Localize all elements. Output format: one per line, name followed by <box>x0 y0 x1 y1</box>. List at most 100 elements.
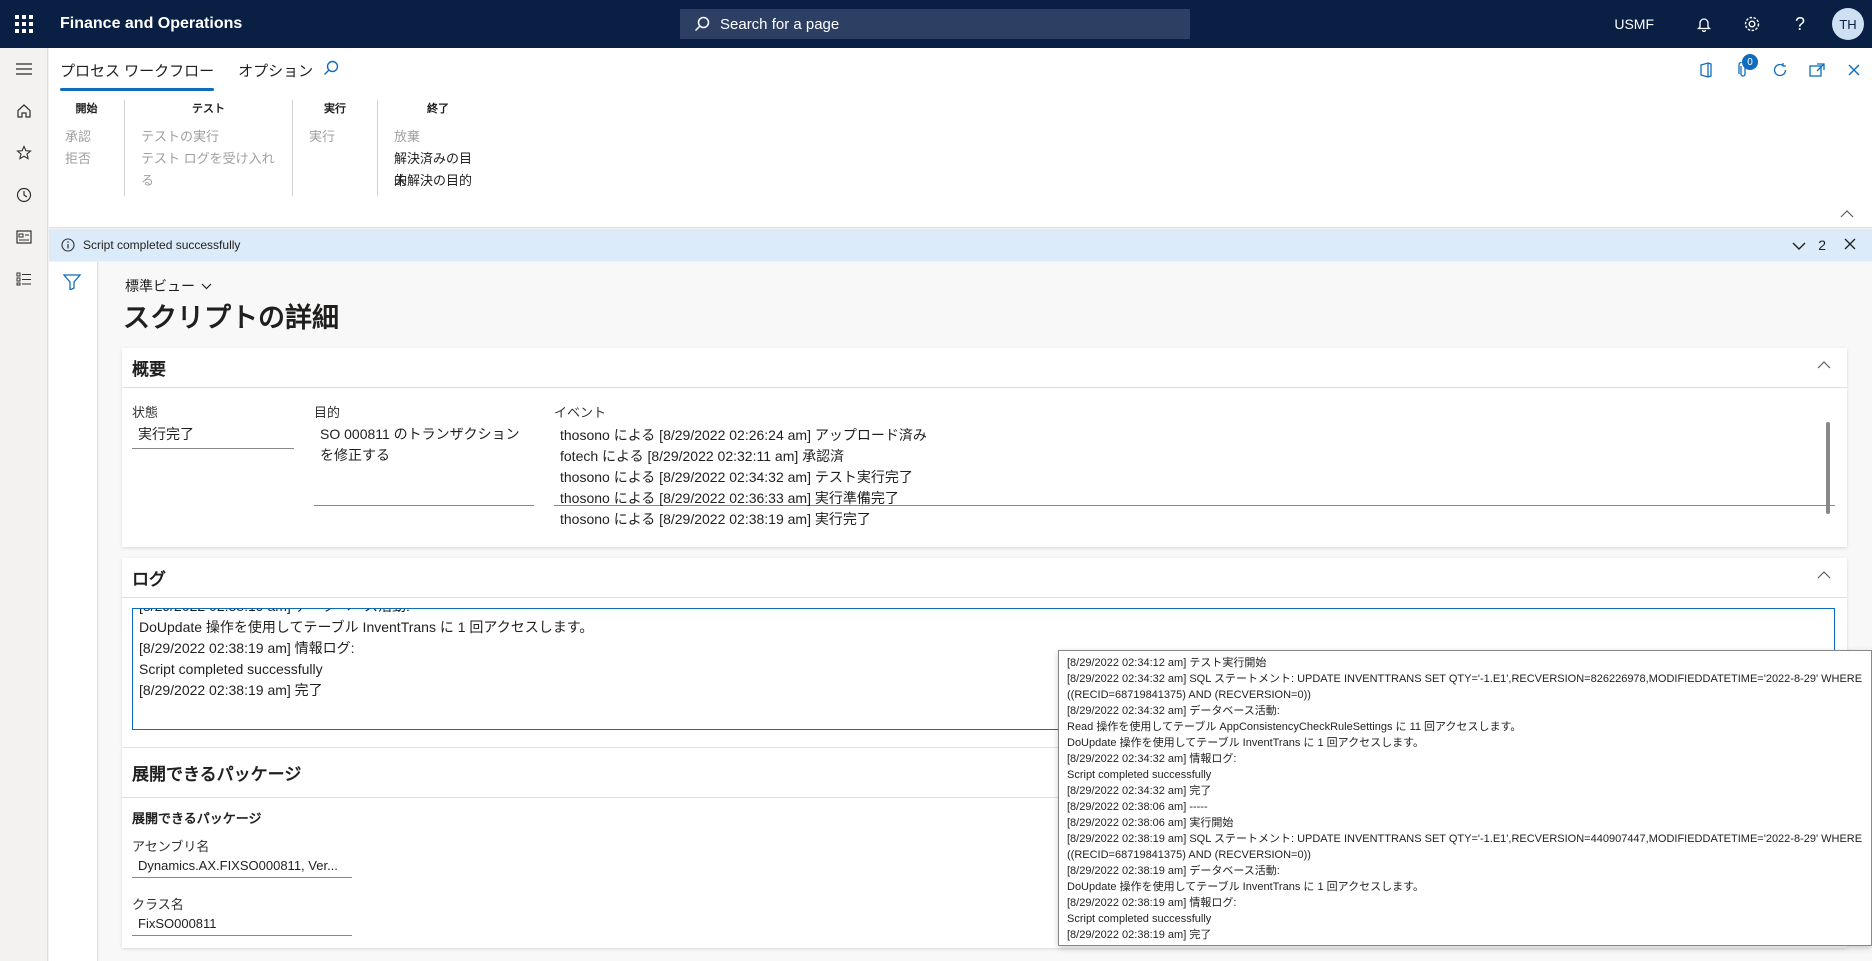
purpose-line-2: を修正する <box>320 447 390 463</box>
log-header[interactable]: ログ <box>122 558 1847 598</box>
group-end: 終了 放棄 解決済みの目的 未解決の目的 <box>378 100 498 196</box>
tooltip-line: DoUpdate 操作を使用してテーブル InventTrans に 1 回アク… <box>1067 881 1424 893</box>
event-item: thosono による [8/29/2022 02:36:33 am] 実行準備… <box>560 490 899 506</box>
search-icon <box>694 16 710 32</box>
tooltip-line: [8/29/2022 02:34:32 am] 完了 <box>1067 785 1212 797</box>
collapse-chevron-up-icon[interactable] <box>1817 361 1831 369</box>
log-line: [8/29/2022 02:38:19 am] データベース活動: <box>139 609 1828 617</box>
summary-header-label: 概要 <box>132 360 166 379</box>
tooltip-line: [8/29/2022 02:38:19 am] データベース活動: <box>1067 865 1280 877</box>
search-box[interactable]: Search for a page <box>680 9 1190 39</box>
tooltip-line: ((RECID=68719841375) AND (RECVERSION=0)) <box>1067 849 1311 861</box>
purpose-label: 目的 <box>314 405 341 420</box>
attachments-icon[interactable]: 0 <box>1724 54 1761 84</box>
office-icon[interactable] <box>1687 56 1724 84</box>
message-text: Script completed successfully <box>83 238 241 252</box>
expand-messages-chevron-down-icon[interactable] <box>1792 237 1814 253</box>
hamburger-menu-icon[interactable] <box>0 48 48 90</box>
open-new-window-icon[interactable] <box>1798 56 1835 84</box>
class-name-field[interactable]: FixSO000811 <box>132 912 352 936</box>
accept-test-log-button[interactable]: テスト ログを受け入れる <box>141 148 276 188</box>
summary-header[interactable]: 概要 <box>122 348 1847 388</box>
settings-gear-icon[interactable] <box>1728 0 1776 48</box>
log-line: DoUpdate 操作を使用してテーブル InventTrans に 1 回アク… <box>139 619 594 635</box>
group-run: 実行 実行 <box>293 100 378 196</box>
event-item: thosono による [8/29/2022 02:26:24 am] アップロ… <box>560 427 927 443</box>
app-launcher-icon[interactable] <box>0 0 48 48</box>
abandon-button[interactable]: 放棄 <box>394 126 482 148</box>
attachments-count-badge: 0 <box>1742 54 1758 70</box>
run-test-button[interactable]: テストの実行 <box>141 126 276 148</box>
home-icon[interactable] <box>0 90 48 132</box>
tab-options[interactable]: オプション <box>238 56 313 91</box>
log-tooltip: [8/29/2022 02:34:12 am] テスト実行開始 [8/29/20… <box>1058 650 1872 946</box>
company-selector[interactable]: USMF <box>1614 16 1654 32</box>
app-title[interactable]: Finance and Operations <box>60 15 242 33</box>
approve-button[interactable]: 承認 <box>65 126 108 148</box>
event-item: thosono による [8/29/2022 02:34:32 am] テスト実… <box>560 469 913 485</box>
group-test-title: テスト <box>192 103 225 115</box>
assembly-name-field[interactable]: Dynamics.AX.FIXSO000811, Ver... <box>132 854 352 878</box>
close-page-icon[interactable] <box>1835 56 1872 84</box>
packages-subheader: 展開できるパッケージ <box>132 811 262 826</box>
class-name-label: クラス名 <box>132 897 184 912</box>
group-run-title: 実行 <box>324 103 346 115</box>
tooltip-line: Script completed successfully <box>1067 769 1212 781</box>
message-bar: Script completed successfully 2 <box>49 229 1872 261</box>
action-pane: プロセス ワークフロー オプション 0 開始 承認 拒否 テスト テストの実行 … <box>49 48 1872 228</box>
tooltip-line: [8/29/2022 02:34:32 am] SQL ステートメント: UPD… <box>1067 673 1863 685</box>
group-start-title: 開始 <box>75 103 98 115</box>
collapse-chevron-up-icon[interactable] <box>1817 571 1831 579</box>
help-icon[interactable]: ? <box>1776 0 1824 48</box>
navigation-rail <box>0 48 48 961</box>
purpose-resolved-button[interactable]: 解決済みの目的 <box>394 148 482 188</box>
event-item: thosono による [8/29/2022 02:38:19 am] 実行完了 <box>560 511 871 527</box>
tooltip-line: [8/29/2022 02:38:19 am] SQL ステートメント: UPD… <box>1067 833 1863 845</box>
favorites-star-icon[interactable] <box>0 132 48 174</box>
tooltip-line: [8/29/2022 02:34:32 am] 情報ログ: <box>1067 753 1237 765</box>
events-list: thosono による [8/29/2022 02:26:24 am] アップロ… <box>560 425 927 530</box>
tooltip-line: ((RECID=68719841375) AND (RECVERSION=0)) <box>1067 689 1311 701</box>
summary-fasttab: 概要 状態 実行完了 目的 SO 000811 のトランザクション を修正する … <box>122 348 1847 547</box>
collapse-ribbon-chevron-up-icon[interactable] <box>1840 205 1854 221</box>
assembly-name-label: アセンブリ名 <box>132 839 210 854</box>
message-count: 2 <box>1818 237 1826 253</box>
action-search-icon[interactable] <box>323 60 339 79</box>
modules-list-icon[interactable] <box>0 258 48 300</box>
filter-pane <box>49 262 98 961</box>
event-item: fotech による [8/29/2022 02:32:11 am] 承認済 <box>560 448 845 464</box>
group-start: 開始 承認 拒否 <box>49 100 125 196</box>
search-placeholder: Search for a page <box>720 15 840 33</box>
top-navbar: Finance and Operations Search for a page… <box>0 0 1872 48</box>
filter-icon[interactable] <box>62 274 82 293</box>
tab-process-workflow[interactable]: プロセス ワークフロー <box>60 56 215 91</box>
chevron-down-icon <box>201 283 212 289</box>
dismiss-message-close-icon[interactable] <box>1844 237 1864 253</box>
tooltip-line: [8/29/2022 02:34:12 am] テスト実行開始 <box>1067 657 1267 669</box>
avatar[interactable]: TH <box>1832 8 1864 40</box>
tooltip-line: [8/29/2022 02:38:19 am] 完了 <box>1067 929 1212 941</box>
events-scrollbar[interactable] <box>1826 422 1830 514</box>
notifications-bell-icon[interactable] <box>1680 0 1728 48</box>
group-end-title: 終了 <box>427 103 449 115</box>
view-selector[interactable]: 標準ビュー <box>125 276 212 296</box>
purpose-line-1: SO 000811 のトランザクション <box>320 426 520 442</box>
tooltip-line: Script completed successfully <box>1067 913 1212 925</box>
workspaces-icon[interactable] <box>0 216 48 258</box>
status-label: 状態 <box>132 405 159 420</box>
tooltip-line: [8/29/2022 02:38:06 am] 実行開始 <box>1067 817 1234 829</box>
view-selector-label: 標準ビュー <box>125 278 195 294</box>
log-header-label: ログ <box>132 570 166 589</box>
purpose-unresolved-button[interactable]: 未解決の目的 <box>394 170 482 192</box>
tooltip-line: [8/29/2022 02:38:19 am] 情報ログ: <box>1067 897 1237 909</box>
reject-button[interactable]: 拒否 <box>65 148 108 170</box>
tooltip-line: Read 操作を使用してテーブル AppConsistencyCheckRule… <box>1067 721 1522 733</box>
recent-clock-icon[interactable] <box>0 174 48 216</box>
events-label: イベント <box>554 405 607 420</box>
purpose-field[interactable]: SO 000811 のトランザクション を修正する <box>314 420 534 506</box>
info-icon <box>61 238 75 252</box>
status-field[interactable]: 実行完了 <box>132 420 294 449</box>
packages-header-label: 展開できるパッケージ <box>132 765 302 784</box>
refresh-icon[interactable] <box>1761 56 1798 84</box>
run-button[interactable]: 実行 <box>309 126 361 148</box>
